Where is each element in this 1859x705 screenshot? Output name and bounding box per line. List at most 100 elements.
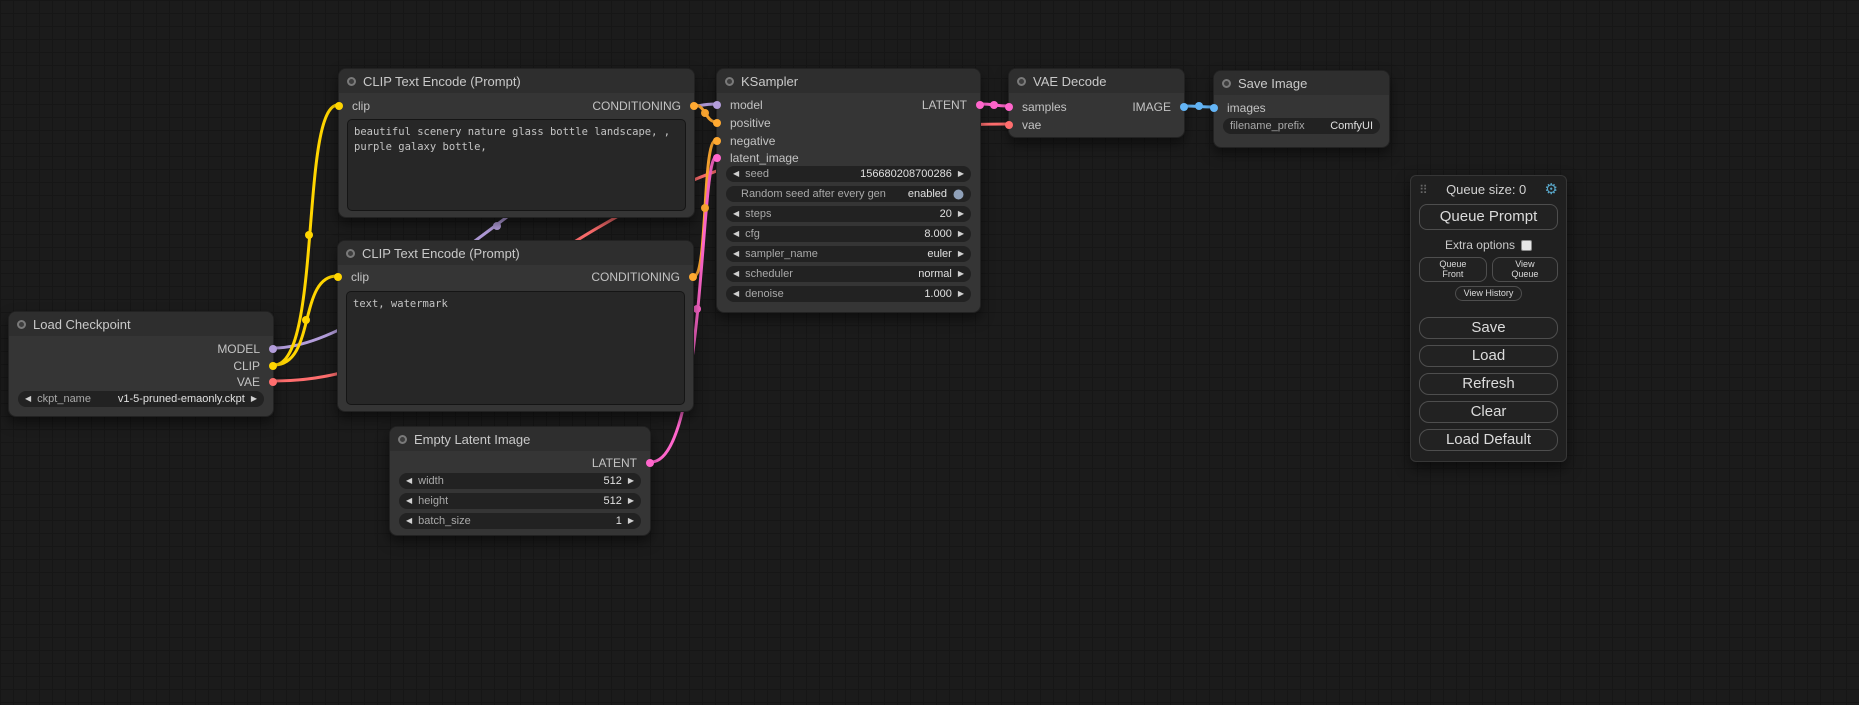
decrement-arrow-icon[interactable]: ◀	[733, 210, 739, 218]
collapse-dot[interactable]	[17, 320, 26, 329]
clip-input-port[interactable]	[333, 272, 343, 282]
input-label: negative	[730, 134, 775, 148]
extra-options-row: Extra options	[1445, 238, 1532, 252]
node-title-bar[interactable]: CLIP Text Encode (Prompt)	[338, 241, 693, 265]
extra-options-label: Extra options	[1445, 238, 1515, 252]
latent-output-port[interactable]	[645, 458, 655, 468]
increment-arrow-icon[interactable]: ▶	[628, 477, 634, 485]
collapse-dot[interactable]	[346, 249, 355, 258]
collapse-dot[interactable]	[347, 77, 356, 86]
node-title-bar[interactable]: VAE Decode	[1009, 69, 1184, 93]
negative-input-port[interactable]	[712, 136, 722, 146]
widget-random-seed-toggle[interactable]: Random seed after every gen enabled	[726, 186, 971, 202]
node-ksampler[interactable]: KSampler model positive negative latent_…	[716, 68, 981, 313]
widget-cfg[interactable]: ◀ cfg 8.000 ▶	[726, 226, 971, 242]
load-default-button[interactable]: Load Default	[1419, 429, 1558, 451]
latent-image-input-port[interactable]	[712, 153, 722, 163]
node-title: Save Image	[1238, 76, 1307, 91]
widget-steps[interactable]: ◀ steps 20 ▶	[726, 206, 971, 222]
conditioning-output-port[interactable]	[689, 101, 699, 111]
decrement-arrow-icon[interactable]: ◀	[406, 517, 412, 525]
latent-output-port[interactable]	[975, 100, 985, 110]
increment-arrow-icon[interactable]: ▶	[958, 210, 964, 218]
clear-button[interactable]: Clear	[1419, 401, 1558, 423]
decrement-arrow-icon[interactable]: ◀	[25, 395, 31, 403]
widget-batch-size[interactable]: ◀ batch_size 1 ▶	[399, 513, 641, 529]
increment-arrow-icon[interactable]: ▶	[628, 517, 634, 525]
prompt-textarea[interactable]: beautiful scenery nature glass bottle la…	[347, 119, 686, 211]
decrement-arrow-icon[interactable]: ◀	[733, 290, 739, 298]
decrement-arrow-icon[interactable]: ◀	[733, 230, 739, 238]
node-title-bar[interactable]: Empty Latent Image	[390, 427, 650, 451]
model-input-port[interactable]	[712, 100, 722, 110]
port-dot	[713, 154, 721, 162]
clip-output-port[interactable]	[268, 361, 278, 371]
widget-label: width	[418, 475, 444, 487]
collapse-dot[interactable]	[1222, 79, 1231, 88]
input-slot-vae: vae	[1009, 117, 1041, 133]
increment-arrow-icon[interactable]: ▶	[958, 250, 964, 258]
load-button[interactable]: Load	[1419, 345, 1558, 367]
image-output-port[interactable]	[1179, 102, 1189, 112]
node-title-bar[interactable]: Load Checkpoint	[9, 312, 273, 336]
widget-sampler-name[interactable]: ◀ sampler_name euler ▶	[726, 246, 971, 262]
increment-arrow-icon[interactable]: ▶	[958, 290, 964, 298]
widget-seed[interactable]: ◀ seed 156680208700286 ▶	[726, 166, 971, 182]
output-label: LATENT	[922, 98, 967, 112]
node-save-image[interactable]: Save Image images filename_prefix ComfyU…	[1213, 70, 1390, 148]
widget-denoise[interactable]: ◀ denoise 1.000 ▶	[726, 286, 971, 302]
samples-input-port[interactable]	[1004, 102, 1014, 112]
node-clip-text-encode-positive[interactable]: CLIP Text Encode (Prompt) clip CONDITION…	[338, 68, 695, 218]
images-input-port[interactable]	[1209, 103, 1219, 113]
vae-input-port[interactable]	[1004, 120, 1014, 130]
widget-ckpt-name[interactable]: ◀ ckpt_name v1-5-pruned-emaonly.ckpt ▶	[18, 391, 264, 407]
increment-arrow-icon[interactable]: ▶	[628, 497, 634, 505]
node-clip-text-encode-negative[interactable]: CLIP Text Encode (Prompt) clip CONDITION…	[337, 240, 694, 412]
widget-filename-prefix[interactable]: filename_prefix ComfyUI	[1223, 118, 1380, 134]
extra-options-checkbox[interactable]	[1521, 240, 1532, 251]
input-label: positive	[730, 116, 771, 130]
collapse-dot[interactable]	[725, 77, 734, 86]
input-slot-clip: clip	[338, 269, 369, 285]
collapse-dot[interactable]	[1017, 77, 1026, 86]
clip-input-port[interactable]	[334, 101, 344, 111]
increment-arrow-icon[interactable]: ▶	[958, 230, 964, 238]
vae-output-port[interactable]	[268, 377, 278, 387]
collapse-dot[interactable]	[398, 435, 407, 444]
queue-front-button[interactable]: Queue Front	[1419, 257, 1487, 282]
node-title-bar[interactable]: CLIP Text Encode (Prompt)	[339, 69, 694, 93]
node-vae-decode[interactable]: VAE Decode samples vae IMAGE	[1008, 68, 1185, 138]
node-load-checkpoint[interactable]: Load Checkpoint MODEL CLIP VAE ◀ ckpt_na…	[8, 311, 274, 417]
prompt-textarea[interactable]: text, watermark	[346, 291, 685, 405]
decrement-arrow-icon[interactable]: ◀	[733, 170, 739, 178]
input-label: model	[730, 98, 763, 112]
widget-width[interactable]: ◀ width 512 ▶	[399, 473, 641, 489]
widget-value: enabled	[908, 188, 947, 200]
increment-arrow-icon[interactable]: ▶	[958, 270, 964, 278]
graph-canvas[interactable]: Load Checkpoint MODEL CLIP VAE ◀ ckpt_na…	[0, 0, 1859, 705]
widget-value: 512	[603, 475, 621, 487]
view-history-button[interactable]: View History	[1455, 286, 1523, 301]
save-button[interactable]: Save	[1419, 317, 1558, 339]
widget-value: v1-5-pruned-emaonly.ckpt	[118, 393, 245, 405]
decrement-arrow-icon[interactable]: ◀	[406, 477, 412, 485]
positive-input-port[interactable]	[712, 118, 722, 128]
queue-prompt-button[interactable]: Queue Prompt	[1419, 204, 1558, 230]
increment-arrow-icon[interactable]: ▶	[958, 170, 964, 178]
increment-arrow-icon[interactable]: ▶	[251, 395, 257, 403]
widget-height[interactable]: ◀ height 512 ▶	[399, 493, 641, 509]
decrement-arrow-icon[interactable]: ◀	[406, 497, 412, 505]
widget-scheduler[interactable]: ◀ scheduler normal ▶	[726, 266, 971, 282]
decrement-arrow-icon[interactable]: ◀	[733, 270, 739, 278]
model-output-port[interactable]	[268, 344, 278, 354]
node-title-bar[interactable]: KSampler	[717, 69, 980, 93]
refresh-button[interactable]: Refresh	[1419, 373, 1558, 395]
node-empty-latent-image[interactable]: Empty Latent Image LATENT ◀ width 512 ▶ …	[389, 426, 651, 536]
node-title-bar[interactable]: Save Image	[1214, 71, 1389, 95]
toggle-knob-icon[interactable]	[953, 189, 964, 200]
conditioning-output-port[interactable]	[688, 272, 698, 282]
settings-gear-icon[interactable]: ⚙	[1545, 182, 1558, 197]
decrement-arrow-icon[interactable]: ◀	[733, 250, 739, 258]
view-queue-button[interactable]: View Queue	[1492, 257, 1558, 282]
drag-handle-icon[interactable]: ⠿	[1419, 183, 1428, 197]
